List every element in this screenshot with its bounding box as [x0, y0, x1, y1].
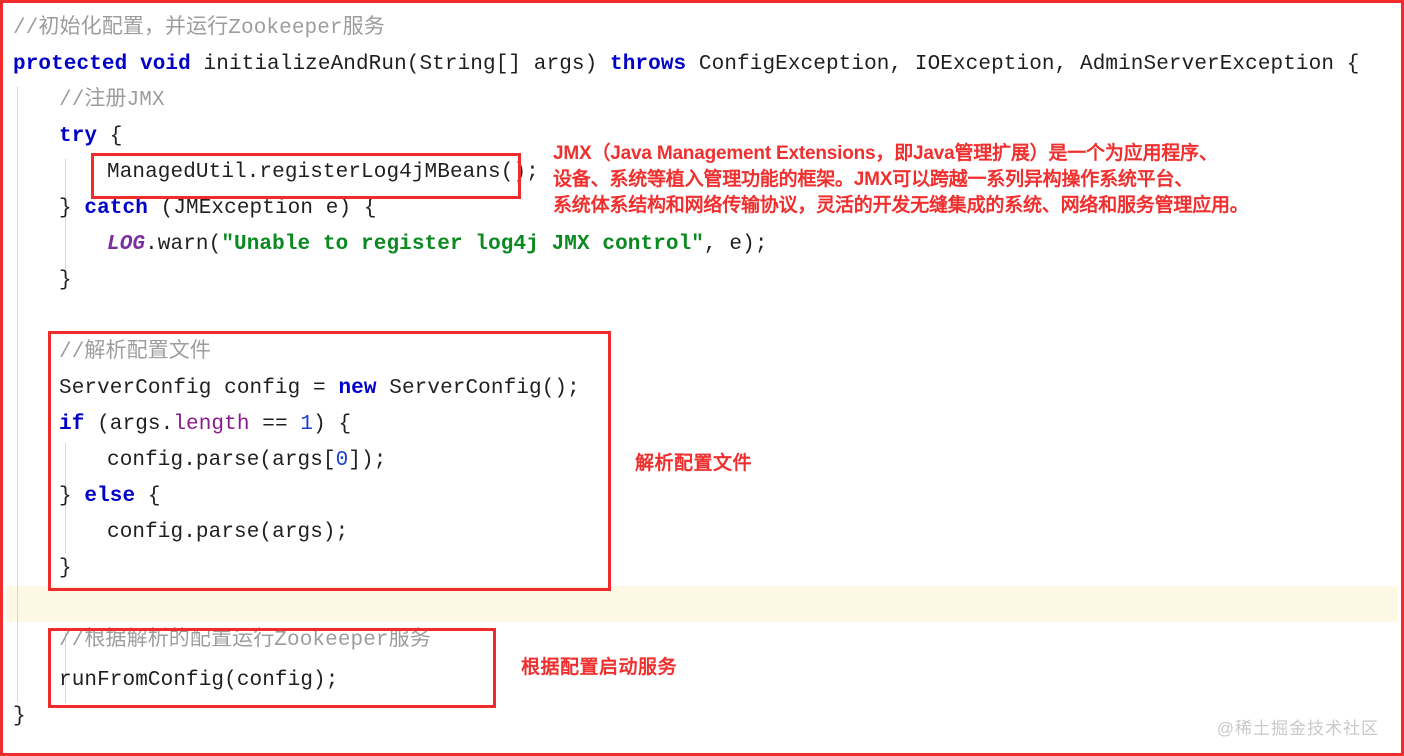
annotation-parse-config: 解析配置文件: [635, 453, 753, 474]
token-kw: try: [59, 125, 98, 148]
callout-box-run-from-config: [48, 628, 496, 708]
callout-box-parse-config: [48, 331, 611, 591]
token-kw: protected: [13, 53, 128, 76]
token-kw: throws: [610, 53, 687, 76]
code-line-l7: LOG.warn("Unable to register log4j JMX c…: [107, 227, 768, 263]
token-plain: }: [59, 269, 72, 292]
code-line-l2: protected void initializeAndRun(String[]…: [13, 47, 1359, 83]
token-plain: ConfigException, IOException, AdminServe…: [686, 53, 1360, 76]
annotated-code-screenshot: //初始化配置，并运行Zookeeper服务 protected void ini…: [0, 0, 1404, 756]
token-plain: }: [13, 705, 26, 728]
token-logvar: LOG: [107, 233, 146, 256]
token-kw: catch: [84, 197, 148, 220]
annotation-run-service: 根据配置启动服务: [521, 657, 678, 678]
code-line-l4: try {: [59, 119, 123, 155]
token-kw: void: [140, 53, 191, 76]
token-cmt: //初始化配置，并运行Zookeeper服务: [13, 17, 385, 40]
token-plain: (JMException e) {: [147, 197, 377, 220]
token-str: "Unable to register log4j JMX control": [221, 233, 705, 256]
watermark: @稀土掘金技术社区: [1216, 719, 1379, 738]
token-plain: {: [97, 125, 123, 148]
annotation-line: JMX（Java Management Extensions，即Java管理扩展…: [553, 143, 1218, 164]
code-line-l1: //初始化配置，并运行Zookeeper服务: [13, 11, 385, 47]
annotation-jmx-description: JMX（Java Management Extensions，即Java管理扩展…: [553, 141, 1249, 219]
token-plain: .warn(: [145, 233, 222, 256]
annotation-line: 系统体系结构和网络传输协议，灵活的开发无缝集成的系统、网络和服务管理应用。: [553, 195, 1249, 216]
code-line-l18: }: [13, 699, 26, 735]
token-plain: initializeAndRun(String[] args): [190, 53, 611, 76]
token-plain: }: [59, 197, 85, 220]
token-plain: , e);: [704, 233, 768, 256]
annotation-line: 设备、系统等植入管理功能的框架。JMX可以跨越一系列异构操作系统平台、: [553, 169, 1194, 190]
code-line-l3: //注册JMX: [59, 83, 165, 119]
callout-box-register-log4j-mbeans: [91, 153, 521, 199]
code-line-l8: }: [59, 263, 72, 299]
token-cmt: //注册JMX: [59, 89, 165, 112]
